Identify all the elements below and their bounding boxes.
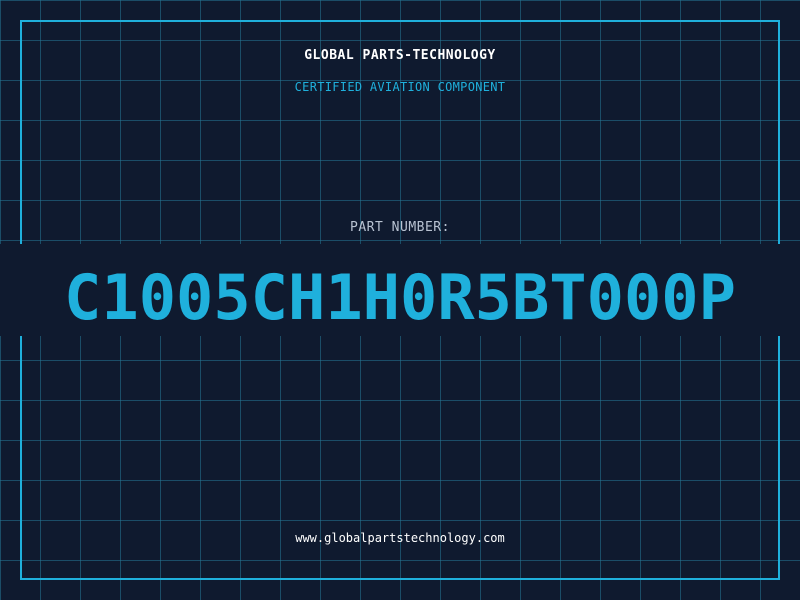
website-url: www.globalpartstechnology.com bbox=[295, 531, 505, 545]
part-number-value: C1005CH1H0R5BT000P bbox=[64, 261, 736, 334]
company-name: GLOBAL PARTS-TECHNOLOGY bbox=[304, 48, 496, 63]
certification-tagline: CERTIFIED AVIATION COMPONENT bbox=[294, 80, 506, 94]
part-label-card: GLOBAL PARTS-TECHNOLOGY CERTIFIED AVIATI… bbox=[0, 0, 800, 600]
part-number-label: PART NUMBER: bbox=[350, 220, 450, 235]
